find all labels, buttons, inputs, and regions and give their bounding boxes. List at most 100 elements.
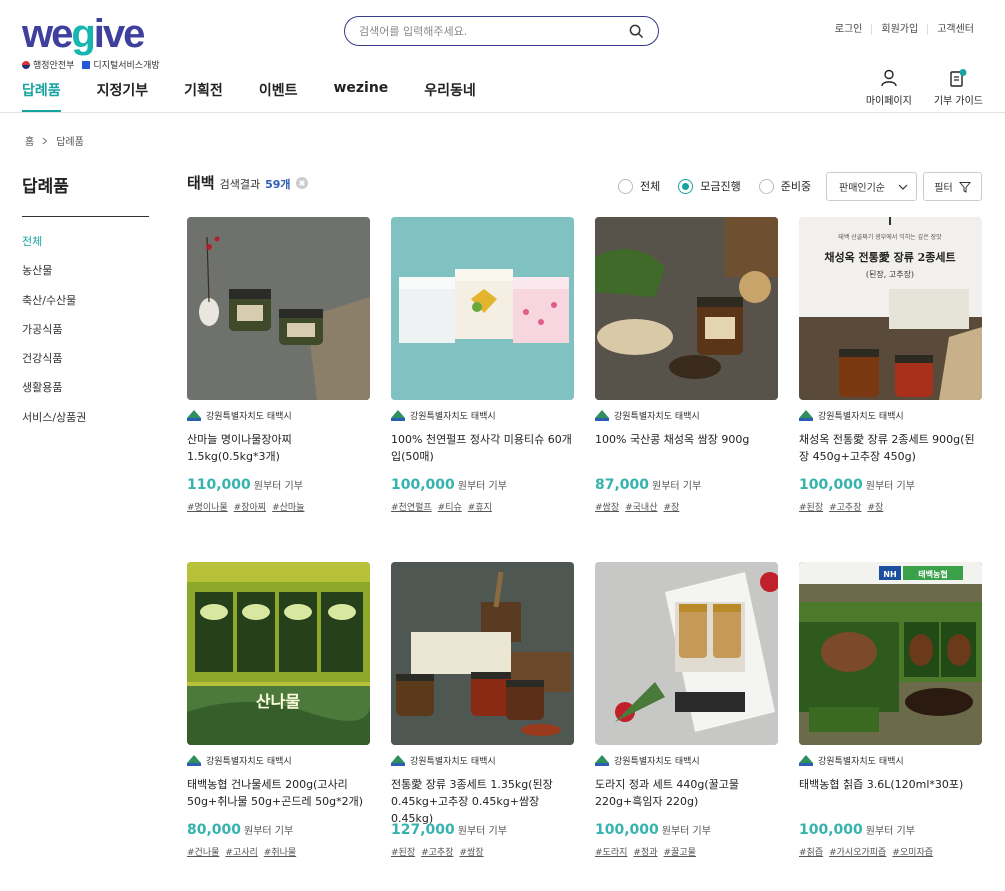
tag[interactable]: #국내산 [625,500,657,513]
product-name[interactable]: 100% 국산콩 채성옥 쌈장 900g [595,431,778,465]
product-name[interactable]: 전통愛 장류 3종세트 1.35kg(된장 0.45kg+고추장 0.45kg+… [391,776,574,825]
category-livestock[interactable]: 축산/수산물 [22,292,86,321]
ssamjang-photo [595,217,778,400]
tag[interactable]: #가시오가피즙 [829,845,886,858]
product-image[interactable] [595,562,778,745]
login-link[interactable]: 로그인 [826,24,872,35]
tag[interactable]: #된장 [799,500,823,513]
clear-keyword-icon[interactable] [295,176,308,189]
logo-wordmark: wegive [22,12,145,56]
product-name[interactable]: 100% 천연펄프 정사각 미용티슈 60개입(50매) [391,431,574,465]
product-image[interactable]: 산나물 [187,562,370,745]
nav-item-special[interactable]: 기획전 [184,80,223,110]
tag[interactable]: #쌈장 [460,845,484,858]
org-row: 강원특별자치도 태백시 [187,409,370,422]
tag[interactable]: #고사리 [225,845,257,858]
tag[interactable]: #고추장 [421,845,453,858]
category-processed[interactable]: 가공식품 [22,321,86,350]
product-name[interactable]: 채성옥 전통愛 장류 2종세트 900g(된장 450g+고추장 450g) [799,431,982,465]
city-emblem-icon [799,409,813,421]
result-label: 검색결과 [219,178,261,191]
tag[interactable]: #산마늘 [272,500,304,513]
result-count: 59개 [265,178,291,191]
nav-item-designated[interactable]: 지정기부 [97,80,149,110]
product-card[interactable]: 강원특별자치도 태백시 100% 국산콩 채성옥 쌈장 900g 87,000 원… [595,217,778,513]
tag-list: #천연펄프 #티슈 #휴지 [391,500,574,513]
product-image[interactable]: 태백 산골짜기 광부에서 익히는 깊은 장맛 채성옥 전통愛 장류 2종세트 (… [799,217,982,400]
product-card[interactable]: 태백 산골짜기 광부에서 익히는 깊은 장맛 채성옥 전통愛 장류 2종세트 (… [799,217,982,513]
org-row: 강원특별자치도 태백시 [799,754,982,767]
svg-text:채성옥 전통愛 장류 2종세트: 채성옥 전통愛 장류 2종세트 [824,250,955,264]
product-image[interactable] [391,217,574,400]
guide-icon [950,69,967,87]
tag[interactable]: #정과 [633,845,657,858]
category-all[interactable]: 전체 [22,233,86,262]
tag[interactable]: #장 [664,500,680,513]
svg-text:(된장, 고추장): (된장, 고추장) [866,269,914,279]
product-name[interactable]: 태백농협 칡즙 3.6L(120ml*30포) [799,776,982,810]
tag[interactable]: #오미자즙 [892,845,933,858]
signup-link[interactable]: 회원가입 [871,24,927,35]
breadcrumb-home[interactable]: 홈 [25,133,34,148]
sort-select[interactable]: 판매인기순 [826,172,917,201]
category-list: 전체 농산물 축산/수산물 가공식품 건강식품 생활용품 서비스/상품권 [22,233,86,438]
product-card[interactable]: 강원특별자치도 태백시 산마늘 명이나물장아찌 1.5kg(0.5kg*3개) … [187,217,370,513]
category-living[interactable]: 생활용품 [22,379,86,408]
tag[interactable]: #칡즙 [799,845,823,858]
logo-sub: 행정안전부 디지털서비스개방 [22,58,160,71]
tag[interactable]: #천연펄프 [391,500,432,513]
radio-ready[interactable]: 준비중 [758,178,811,194]
nav-item-gifts[interactable]: 답례품 [22,80,61,112]
category-agri[interactable]: 농산물 [22,262,86,291]
nav-item-wezine[interactable]: wezine [333,80,388,110]
mypage-button[interactable]: 마이페이지 [866,68,912,107]
radio-ongoing[interactable]: 모금진행 [678,178,741,194]
tag[interactable]: #장 [868,500,884,513]
tag[interactable]: #고추장 [829,500,861,513]
customer-center-link[interactable]: 고객센터 [927,24,983,35]
sort-value: 판매인기순 [839,183,885,194]
product-name[interactable]: 태백농협 건나물세트 200g(고사리 50g+취나물 50g+곤드레 50g*… [187,776,370,810]
org-row: 강원특별자치도 태백시 [595,754,778,767]
product-card[interactable]: 강원특별자치도 태백시 도라지 정과 세트 440g(꿀고물 220g+흑임자 … [595,562,778,858]
product-image[interactable] [595,217,778,400]
tag[interactable]: #건나물 [187,845,219,858]
price-row: 100,000 원부터 기부 [391,477,574,493]
nav-item-neighborhood[interactable]: 우리동네 [424,80,476,110]
product-name[interactable]: 산마늘 명이나물장아찌 1.5kg(0.5kg*3개) [187,431,370,465]
radio-all[interactable]: 전체 [618,178,660,194]
nav-item-events[interactable]: 이벤트 [259,80,298,110]
category-health[interactable]: 건강식품 [22,350,86,379]
tag[interactable]: #꿀고물 [664,845,696,858]
product-card[interactable]: NH 태백농협 강원특별자치도 태백시 태백농협 칡즙 3.6L(120ml*3… [799,562,982,858]
radio-circle [758,178,774,194]
product-image[interactable] [391,562,574,745]
search-icon[interactable] [629,24,644,39]
tag[interactable]: #티슈 [438,500,462,513]
product-image[interactable]: NH 태백농협 [799,562,982,745]
search-input[interactable] [359,24,629,38]
filter-button[interactable]: 필터 [923,172,982,201]
price-unit: 원부터 기부 [865,826,915,837]
tag[interactable]: #휴지 [468,500,492,513]
tag[interactable]: #명이나물 [187,500,228,513]
price-value: 110,000 [187,477,251,493]
product-card[interactable]: 강원특별자치도 태백시 100% 천연펄프 정사각 미용티슈 60개입(50매)… [391,217,574,513]
tag[interactable]: #취나물 [264,845,296,858]
city-emblem-icon [391,754,405,766]
guide-button[interactable]: 기부 가이드 [934,68,983,107]
tag[interactable]: #된장 [391,845,415,858]
category-service[interactable]: 서비스/상품권 [22,409,86,438]
product-image[interactable] [187,217,370,400]
tag[interactable]: #쌈장 [595,500,619,513]
tissue-photo [391,217,574,400]
tag[interactable]: #도라지 [595,845,627,858]
kudzu-juice-photo: NH 태백농협 [799,562,982,745]
product-card[interactable]: 산나물 강원특별자치도 태백시 태백농협 건나물세트 200g(고사리 50g+… [187,562,370,858]
product-card[interactable]: 강원특별자치도 태백시 전통愛 장류 3종세트 1.35kg(된장 0.45kg… [391,562,574,858]
search-keyword: 태백 [187,174,215,192]
site-logo[interactable]: wegive 행정안전부 디지털서비스개방 [22,14,160,71]
product-name[interactable]: 도라지 정과 세트 440g(꿀고물 220g+흑임자 220g) [595,776,778,810]
tag[interactable]: #장아찌 [234,500,266,513]
svg-text:태백 산골짜기 광부에서 익히는 깊은 장맛: 태백 산골짜기 광부에서 익히는 깊은 장맛 [838,233,942,241]
